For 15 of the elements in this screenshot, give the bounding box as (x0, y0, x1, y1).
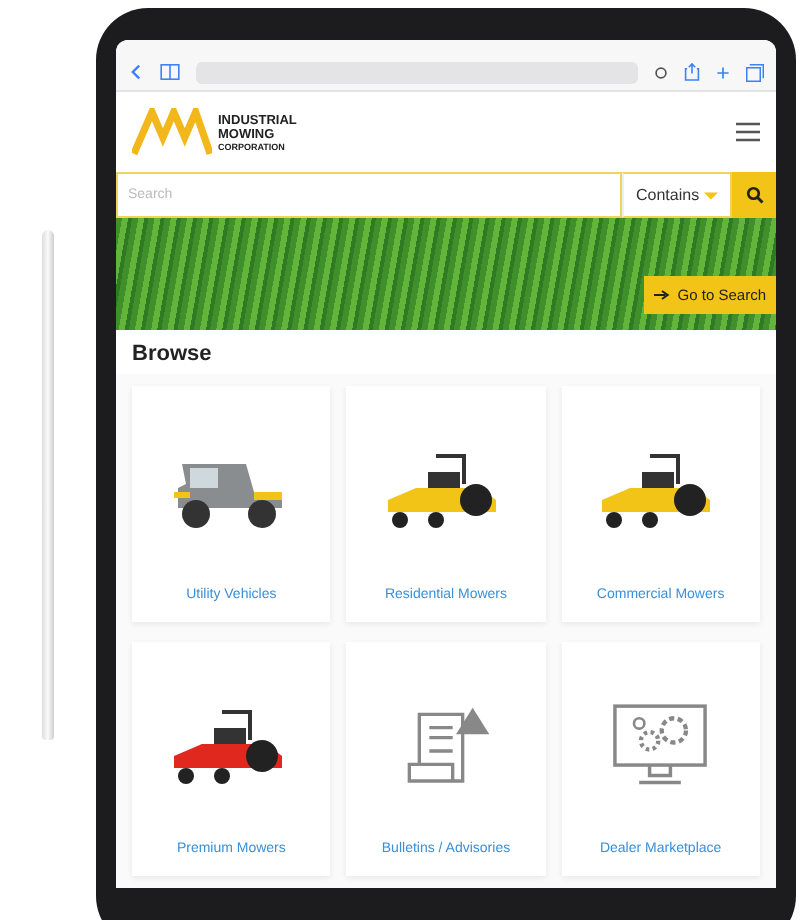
match-dropdown[interactable]: Contains (622, 172, 732, 218)
search-icon (745, 186, 763, 204)
caret-icon (704, 191, 718, 199)
reload-icon[interactable] (654, 65, 668, 79)
monitor-gears-icon (608, 701, 713, 789)
back-icon[interactable] (128, 64, 144, 80)
plus-icon[interactable] (716, 65, 730, 79)
search-button[interactable] (732, 172, 776, 218)
logo-icon[interactable] (132, 108, 212, 156)
tabs-icon[interactable] (746, 63, 764, 81)
share-icon[interactable] (684, 62, 700, 82)
book-icon[interactable] (160, 64, 180, 80)
menu-icon[interactable] (736, 122, 760, 142)
section-title: Browse (130, 340, 214, 370)
arrow-icon (653, 290, 670, 300)
